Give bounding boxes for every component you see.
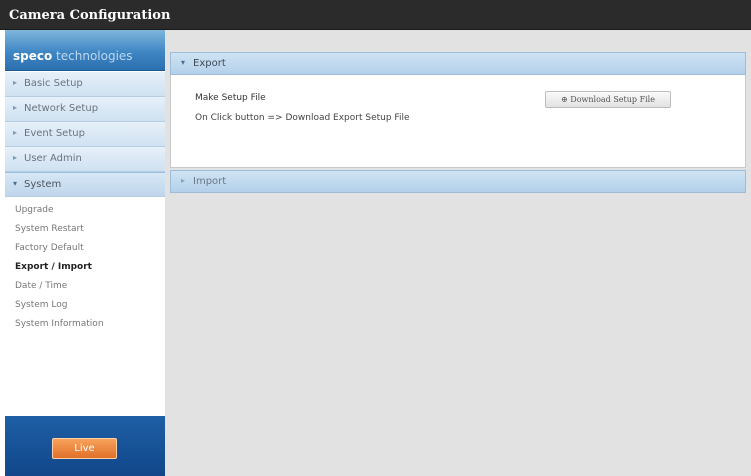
download-setup-file-button[interactable]: ⊕ Download Setup File bbox=[545, 91, 671, 108]
export-panel-header[interactable]: ▾ Export bbox=[170, 52, 746, 75]
sidebar-item-basic-setup[interactable]: ▸ Basic Setup bbox=[5, 72, 165, 97]
chevron-down-icon: ▾ bbox=[13, 179, 18, 188]
content-area: ▾ Export Make Setup File On Click button… bbox=[165, 30, 751, 476]
export-panel-title: Export bbox=[193, 58, 226, 69]
window-title: Camera Configuration bbox=[9, 8, 171, 23]
chevron-right-icon: ▸ bbox=[13, 128, 18, 137]
chevron-right-icon: ▸ bbox=[13, 153, 18, 162]
brand-name-light: technologies bbox=[52, 49, 133, 63]
submenu-item-system-restart[interactable]: System Restart bbox=[5, 221, 165, 240]
submenu-item-date-time[interactable]: Date / Time bbox=[5, 278, 165, 297]
submenu-item-factory-default[interactable]: Factory Default bbox=[5, 240, 165, 259]
chevron-down-icon: ▾ bbox=[181, 58, 186, 67]
title-bar: Camera Configuration bbox=[0, 0, 751, 30]
system-submenu: Upgrade System Restart Factory Default E… bbox=[5, 202, 165, 335]
import-panel-header[interactable]: ▸ Import bbox=[170, 170, 746, 193]
submenu-item-upgrade[interactable]: Upgrade bbox=[5, 202, 165, 221]
sidebar-item-label: System bbox=[24, 179, 62, 190]
import-panel-title: Import bbox=[193, 176, 227, 187]
make-setup-file-label: Make Setup File bbox=[195, 93, 266, 103]
sidebar-footer: Live bbox=[5, 416, 165, 476]
submenu-item-system-information[interactable]: System Information bbox=[5, 316, 165, 335]
submenu-item-export-import[interactable]: Export / Import bbox=[5, 259, 165, 278]
sidebar-item-label: User Admin bbox=[24, 153, 82, 164]
sidebar-item-label: Basic Setup bbox=[24, 78, 83, 89]
brand-logo: speco technologies bbox=[5, 30, 165, 71]
export-panel-body: Make Setup File On Click button => Downl… bbox=[170, 75, 746, 168]
brand-logo-text: speco technologies bbox=[13, 49, 133, 63]
sidebar-item-event-setup[interactable]: ▸ Event Setup bbox=[5, 122, 165, 147]
export-info-text: On Click button => Download Export Setup… bbox=[195, 113, 410, 123]
sidebar-menu: ▸ Basic Setup ▸ Network Setup ▸ Event Se… bbox=[5, 72, 165, 197]
sidebar-item-label: Network Setup bbox=[24, 103, 99, 114]
sidebar-item-system[interactable]: ▾ System bbox=[5, 172, 165, 197]
submenu-item-system-log[interactable]: System Log bbox=[5, 297, 165, 316]
chevron-right-icon: ▸ bbox=[181, 176, 186, 185]
live-button[interactable]: Live bbox=[52, 438, 117, 459]
sidebar-item-user-admin[interactable]: ▸ User Admin bbox=[5, 147, 165, 172]
sidebar-item-network-setup[interactable]: ▸ Network Setup bbox=[5, 97, 165, 122]
brand-name-bold: speco bbox=[13, 49, 53, 63]
sidebar-item-label: Event Setup bbox=[24, 128, 85, 139]
chevron-right-icon: ▸ bbox=[13, 103, 18, 112]
sidebar: speco technologies ▸ Basic Setup ▸ Netwo… bbox=[5, 30, 165, 476]
chevron-right-icon: ▸ bbox=[13, 78, 18, 87]
